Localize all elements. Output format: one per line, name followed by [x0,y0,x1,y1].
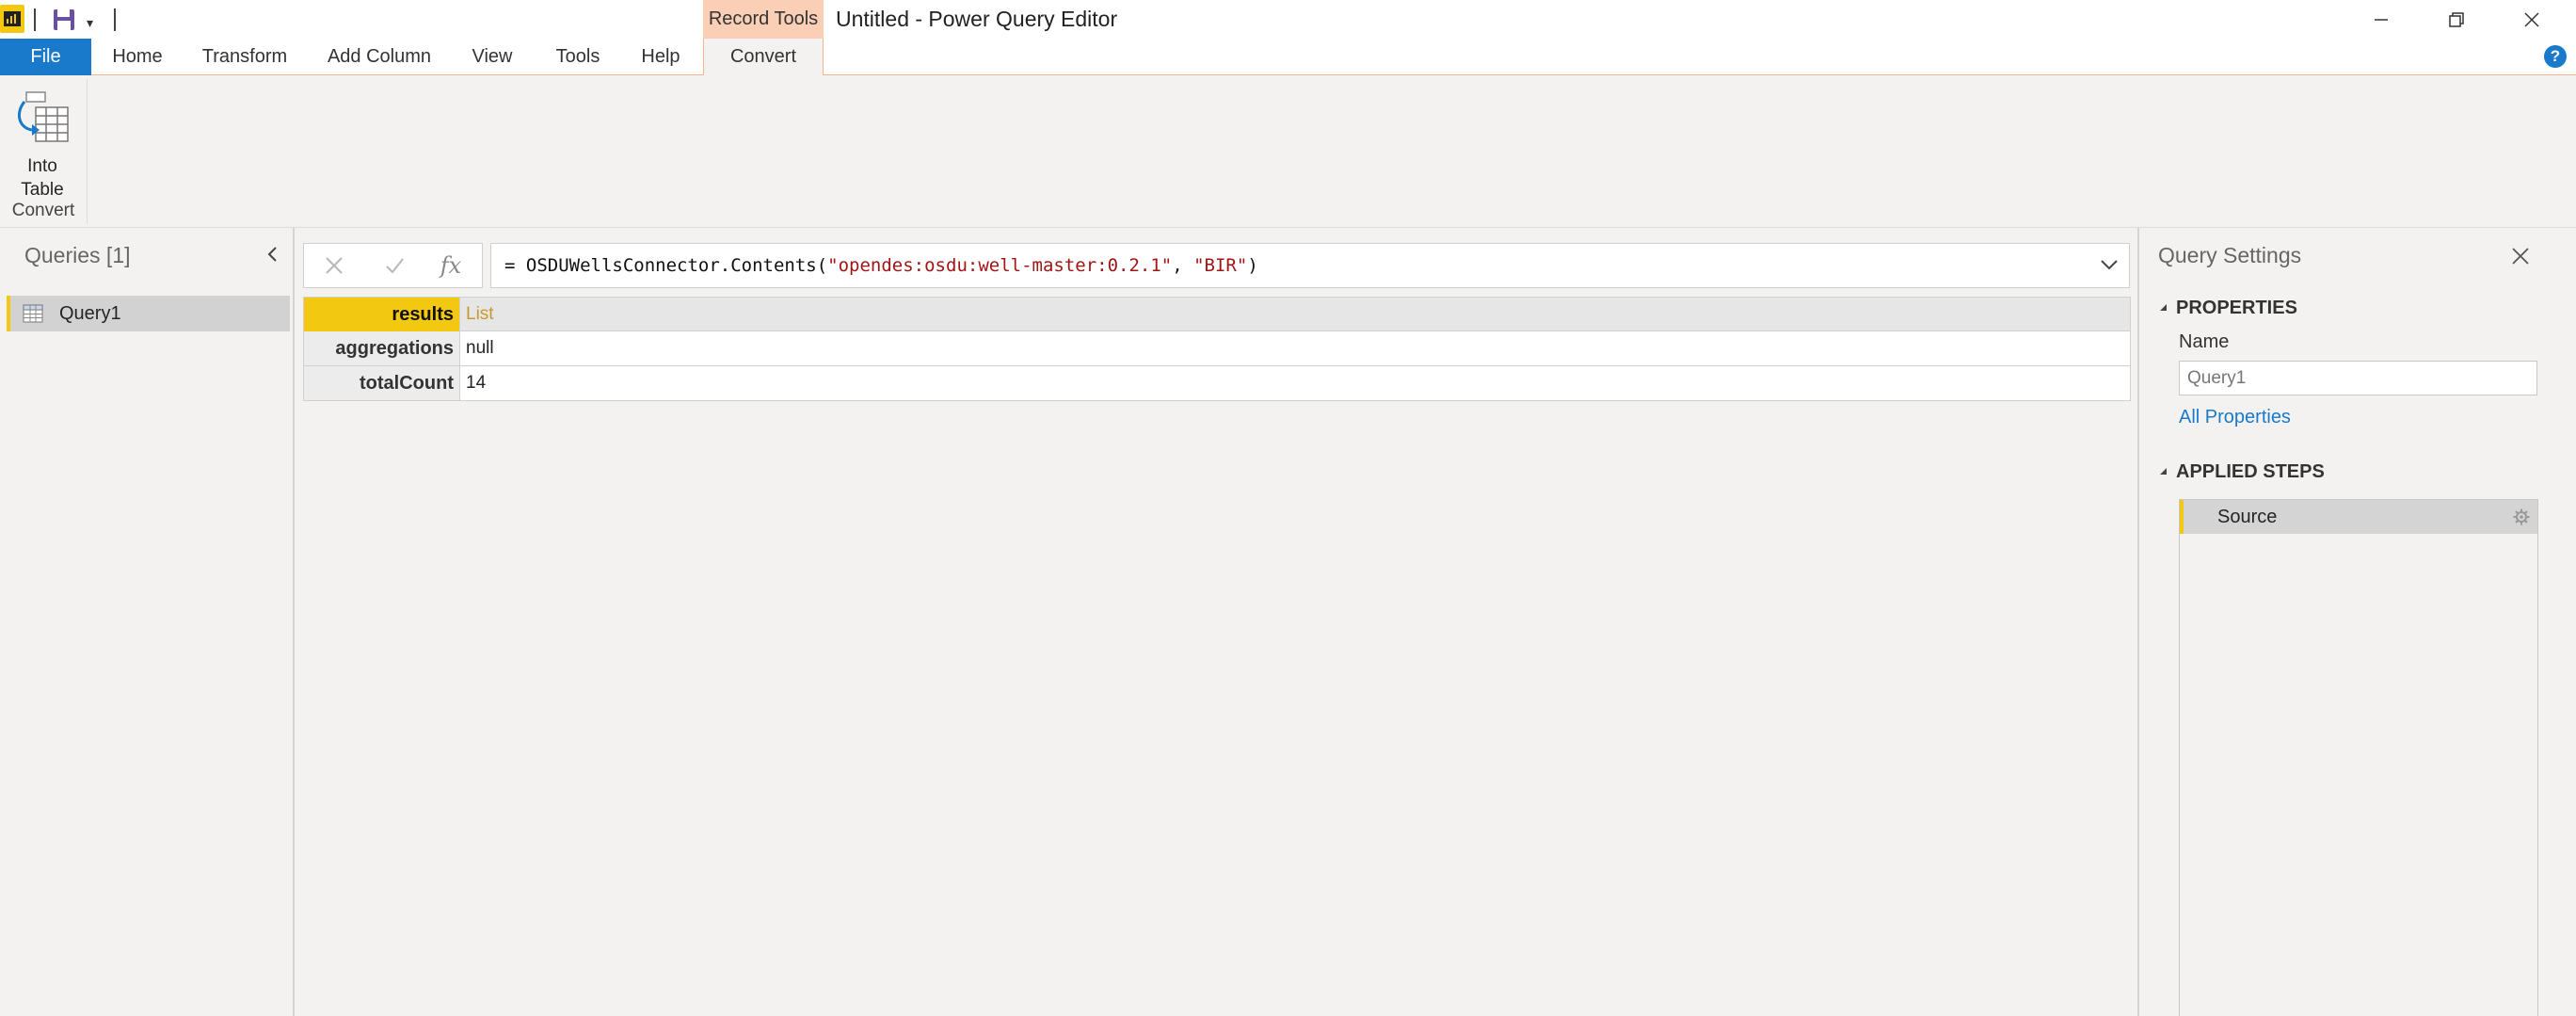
checkmark-icon [386,258,404,274]
convert-group-label: Convert [11,201,75,220]
query-item-label: Query1 [59,303,121,324]
into-table-icon [17,91,69,142]
applied-steps-section-header[interactable]: APPLIED STEPS [2160,461,2325,483]
table-icon [23,304,43,323]
properties-label: PROPERTIES [2176,298,2297,318]
queries-pane: Queries [1] Query1 [0,228,295,1016]
ribbon-group-separator [87,79,88,224]
formula-bar-input[interactable]: = OSDUWellsConnector.Contents("opendes:o… [490,243,2130,288]
chevron-down-icon [2101,260,2118,270]
formula-arg-2: "BIR" [1193,255,1248,276]
formula-separator: , [1172,255,1194,276]
ribbon-body: Into Table Convert [0,75,2576,228]
fx-icon: fx [440,252,462,279]
formula-prefix: = OSDUWellsConnector.Contents( [504,255,828,276]
help-icon[interactable]: ? [2544,45,2567,68]
applied-step-label: Source [2217,507,2278,527]
record-tools-context-header: Record Tools [703,0,824,39]
tab-tools[interactable]: Tools [542,39,614,75]
restore-icon [2449,11,2464,27]
insert-function-button[interactable]: fx [424,244,477,287]
chevron-left-icon [267,247,277,262]
into-table-button[interactable]: Into Table [8,87,77,200]
power-query-editor-window: ▾ Record Tools Untitled - Power Query Ed… [0,0,2576,1016]
tab-help[interactable]: Help [625,39,696,75]
cancel-icon [326,257,343,274]
close-window-button[interactable] [2494,0,2569,39]
record-row-results[interactable]: results List [303,297,2131,331]
record-row-aggregations[interactable]: aggregations null [303,331,2131,366]
ribbon-tab-bar: File Home Transform Add Column View Tool… [0,39,2576,100]
record-field-value: null [466,338,494,358]
all-properties-link[interactable]: All Properties [2179,407,2291,428]
collapse-triangle-icon [2160,468,2167,475]
properties-section-header[interactable]: PROPERTIES [2160,298,2297,319]
record-field-name: totalCount [304,366,460,400]
close-icon [2524,11,2539,27]
title-bar: ▾ Record Tools Untitled - Power Query Ed… [0,0,2576,39]
collapse-queries-button[interactable] [264,245,282,264]
tab-convert[interactable]: Convert [703,39,824,76]
quick-access-dropdown-icon[interactable]: ▾ [87,15,93,31]
window-title: Untitled - Power Query Editor [836,7,1118,31]
applied-steps-label: APPLIED STEPS [2176,461,2325,482]
query-settings-title: Query Settings [2158,243,2302,267]
formula-actions: fx [303,243,483,288]
record-field-name: results [304,298,460,331]
applied-step-item[interactable]: Source [2180,500,2537,534]
tab-view[interactable]: View [457,39,527,75]
quick-access-separator [34,8,36,31]
formula-suffix: ) [1247,255,1258,276]
minimize-icon [2375,18,2388,21]
query-settings-pane: Query Settings PROPERTIES Name All Prope… [2137,228,2576,1016]
record-grid: results List aggregations null totalCoun… [303,297,2131,401]
tab-add-column[interactable]: Add Column [316,39,442,75]
cancel-formula-button[interactable] [308,244,360,287]
save-icon[interactable] [52,8,76,31]
minimize-button[interactable] [2344,0,2419,39]
close-settings-button[interactable] [2508,244,2533,268]
power-bi-logo-icon[interactable] [0,5,24,33]
quick-access-separator [114,8,116,31]
formula-arg-1: "opendes:osdu:well-master:0.2.1" [827,255,1173,276]
close-icon [2512,248,2529,265]
record-field-value: 14 [466,373,487,393]
queries-pane-title: Queries [1] [24,243,131,267]
record-row-totalcount[interactable]: totalCount 14 [303,366,2131,401]
query-name-input[interactable] [2179,361,2537,395]
into-table-label: Into Table [21,156,64,200]
tab-file[interactable]: File [0,39,91,75]
gear-icon[interactable] [2513,508,2530,525]
collapse-triangle-icon [2160,304,2167,311]
tab-home[interactable]: Home [95,39,180,75]
expand-formula-button[interactable] [2095,250,2123,279]
applied-steps-list: Source [2179,499,2538,1016]
record-list-link[interactable]: List [466,298,494,331]
commit-formula-button[interactable] [368,244,421,287]
query-list-item[interactable]: Query1 [7,296,290,331]
record-field-name: aggregations [304,331,460,365]
restore-button[interactable] [2419,0,2494,39]
name-label: Name [2179,331,2230,352]
tab-transform[interactable]: Transform [189,39,300,75]
